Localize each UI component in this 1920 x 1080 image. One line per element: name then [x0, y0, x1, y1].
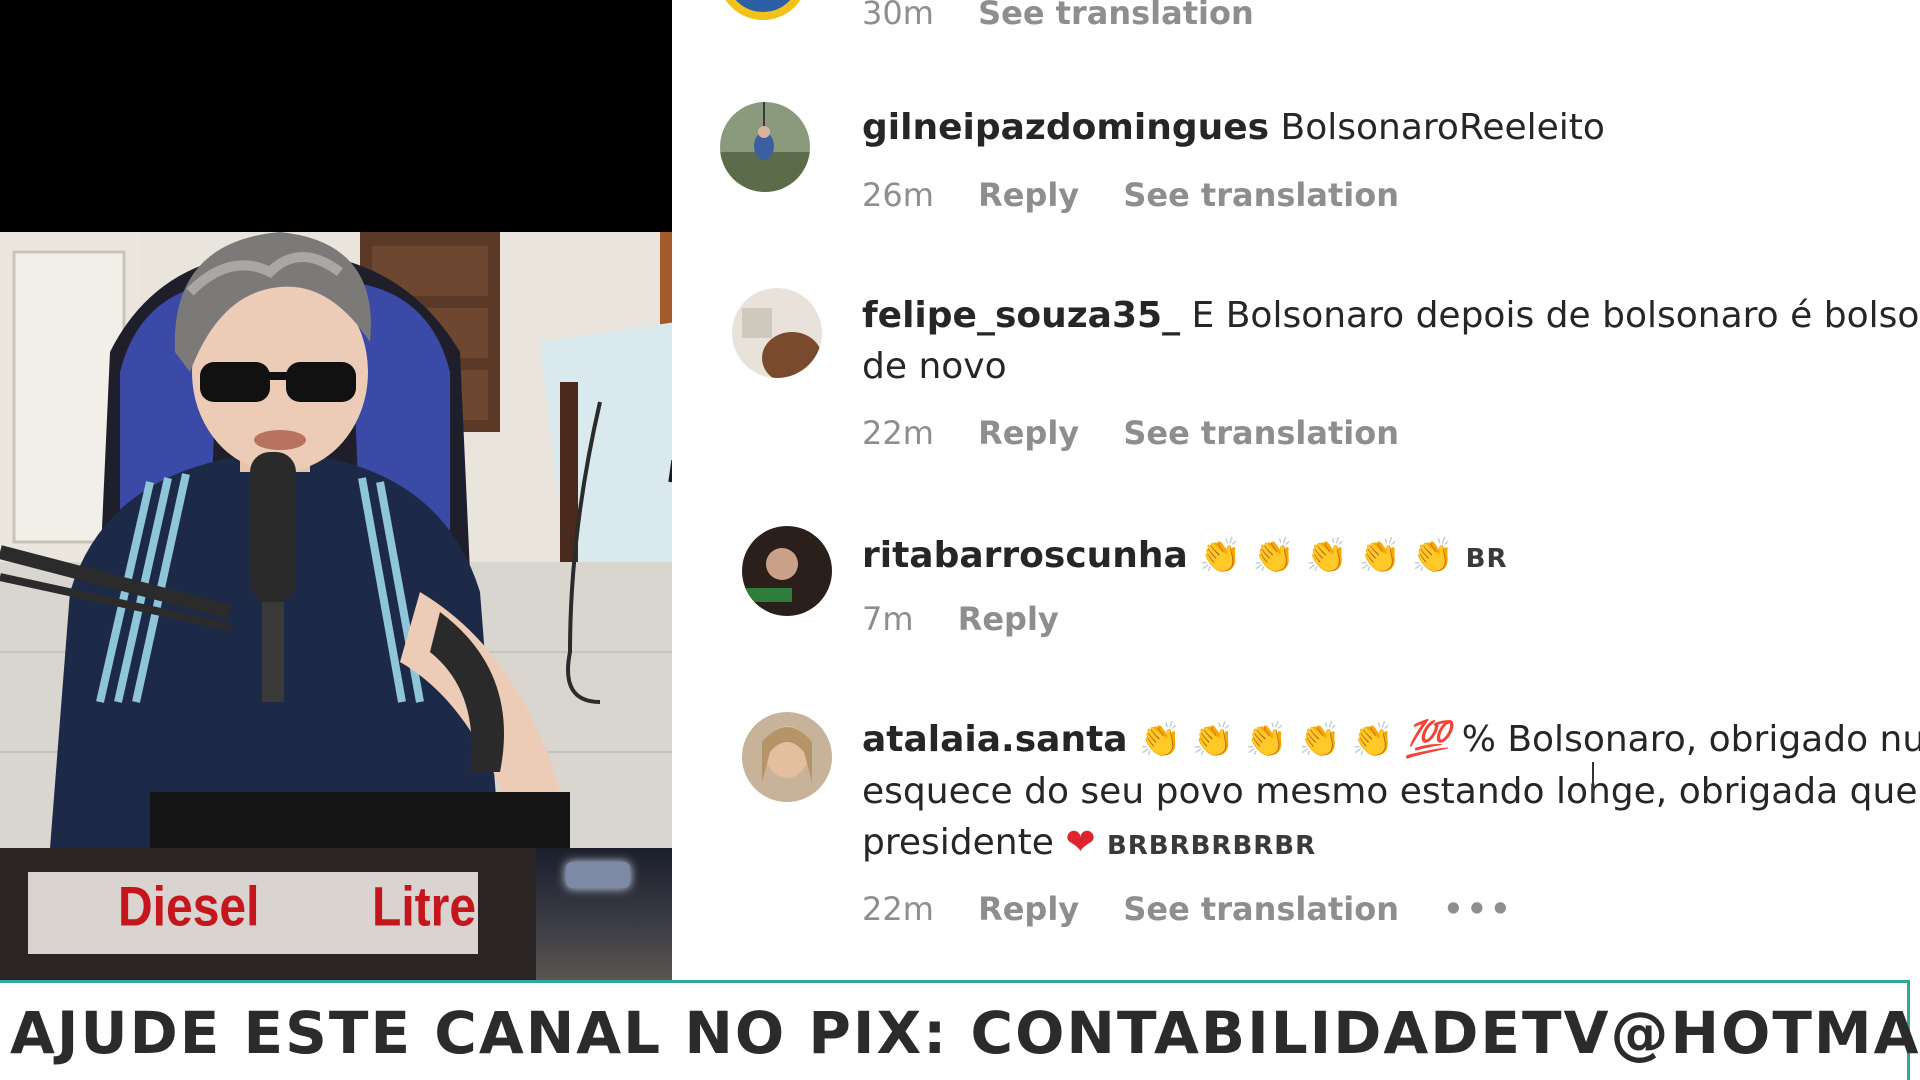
avatar[interactable]: [742, 712, 832, 802]
see-translation-button[interactable]: See translation: [1123, 414, 1399, 452]
fuel-sign-litre-label: Litre: [372, 877, 477, 938]
comment-body: atalaia.santa 👏 👏 👏 👏 👏 💯 % Bolsonaro, o…: [862, 714, 1920, 872]
reply-button[interactable]: Reply: [978, 414, 1079, 452]
comment-text: BolsonaroReeleito: [1280, 107, 1605, 148]
avatar-image: [720, 102, 810, 192]
see-translation-button[interactable]: See translation: [978, 0, 1254, 32]
avatar[interactable]: [732, 288, 822, 378]
flag-br-icon: BR: [1465, 544, 1508, 574]
comment-time: 22m: [862, 890, 934, 928]
comments-panel: 30m See translation gilneipazdomingues B…: [672, 0, 1920, 980]
reply-button[interactable]: Reply: [978, 176, 1079, 214]
comment-time: 22m: [862, 414, 934, 452]
clapping-hands-icon: 👏 👏 👏 👏 👏: [1139, 720, 1394, 760]
comment-body: gilneipazdomingues BolsonaroReeleito: [862, 102, 1920, 153]
pix-banner-text: AJUDE ESTE CANAL NO PIX: CONTABILIDADETV…: [10, 999, 1920, 1067]
comment-username[interactable]: felipe_souza35_: [862, 295, 1180, 336]
comment-text-line1: % Bolsonaro, obrigado nunc: [1461, 719, 1920, 760]
comment-meta: 30m See translation: [862, 0, 1288, 32]
comment-meta: 22m Reply See translation •••: [862, 890, 1514, 928]
see-translation-button[interactable]: See translation: [1123, 890, 1399, 928]
comment-meta: 22m Reply See translation: [862, 414, 1433, 452]
pix-banner: AJUDE ESTE CANAL NO PIX: CONTABILIDADETV…: [0, 980, 1920, 1080]
text-cursor-icon: [1592, 762, 1594, 798]
comment-body: ritabarroscunha 👏 👏 👏 👏 👏 BR: [862, 530, 1920, 585]
hundred-points-icon: 💯: [1405, 719, 1451, 760]
comment-username[interactable]: atalaia.santa: [862, 719, 1128, 760]
comment-time: 26m: [862, 176, 934, 214]
comment-meta: 26m Reply See translation: [862, 176, 1433, 214]
comment-username[interactable]: ritabarroscunha: [862, 535, 1188, 576]
webcam-feed: [0, 232, 744, 848]
more-options-icon[interactable]: •••: [1443, 890, 1513, 928]
webcam-scene: [0, 232, 744, 848]
avatar-image: [742, 712, 832, 802]
comment-text-line1: E Bolsonaro depois de bolsonaro é bolson…: [1191, 295, 1920, 336]
see-translation-button[interactable]: See translation: [1123, 176, 1399, 214]
flag-br-icon: BRBRBRBRBR: [1106, 831, 1317, 861]
comment-text-line2: esquece do seu povo mesmo estando longe,…: [862, 771, 1920, 812]
avatar-image: [742, 526, 832, 616]
comment-time: 7m: [862, 600, 914, 638]
avatar[interactable]: [720, 102, 810, 192]
fuel-price-strip: Diesel Litre: [0, 848, 672, 980]
night-road-image: [536, 848, 672, 980]
comment-time: 30m: [862, 0, 934, 32]
comment-body: felipe_souza35_ E Bolsonaro depois de bo…: [862, 290, 1920, 392]
clapping-hands-icon: 👏 👏 👏 👏 👏: [1199, 536, 1455, 576]
reply-button[interactable]: Reply: [958, 600, 1059, 638]
stream-frame: Diesel Litre 30m See translation gilneip…: [0, 0, 1920, 1080]
avatar-image: [732, 288, 822, 378]
comment-text-line3: presidente: [862, 822, 1054, 863]
car-image: [566, 862, 630, 888]
comment-text-line2: de novo: [862, 346, 1007, 387]
avatar[interactable]: [742, 526, 832, 616]
fuel-sign-diesel-label: Diesel: [118, 877, 260, 938]
reply-button[interactable]: Reply: [978, 890, 1079, 928]
avatar[interactable]: [718, 0, 808, 20]
black-video-region: [0, 0, 672, 232]
comment-username[interactable]: gilneipazdomingues: [862, 107, 1269, 148]
comment-meta: 7m Reply: [862, 600, 1093, 638]
red-heart-icon: ❤: [1065, 822, 1096, 863]
